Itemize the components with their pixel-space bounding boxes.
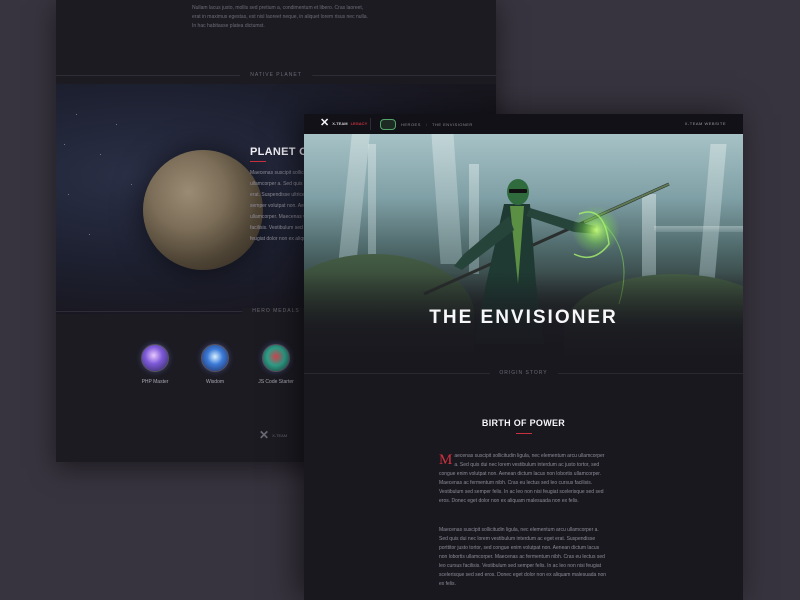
star	[89, 234, 90, 235]
nav-separator	[370, 118, 371, 130]
x-logo-icon: ✕	[259, 428, 270, 442]
medal-label: PHP Master	[141, 379, 169, 385]
x-team-website-link[interactable]: X-TEAM WEBSITE	[685, 121, 726, 126]
story-title-accent	[516, 433, 532, 434]
medal-wisdom[interactable]: Wisdom	[185, 344, 245, 385]
top-nav-bar: ✕ X-TEAM LEGACY HEROES / THE ENVISIONER …	[304, 114, 743, 135]
origin-story-label: ORIGIN STORY	[489, 370, 558, 376]
intro-text: Nullam lacus justo, mollis sed pretium a…	[192, 5, 368, 29]
story-paragraph-1-text: aecenas suscipit sollicitudin ligula, ne…	[439, 453, 605, 504]
php-medal-icon	[141, 344, 169, 372]
breadcrumb-heroes[interactable]: HEROES	[401, 122, 421, 127]
planet-image	[143, 150, 263, 270]
logo-team-text: X-TEAM	[332, 121, 348, 126]
medal-php-master[interactable]: PHP Master	[125, 344, 185, 385]
star	[100, 154, 101, 155]
story-title: BIRTH OF POWER	[481, 418, 566, 428]
breadcrumb-separator: /	[425, 122, 428, 127]
story-paragraph-1: M aecenas suscipit sollicitudin ligula, …	[439, 452, 607, 506]
medal-label: JS Code Starter	[258, 379, 294, 385]
wisdom-medal-icon	[201, 344, 229, 372]
story-paragraph-2: Maecenas suscipit sollicitudin ligula, n…	[439, 527, 607, 587]
js-medal-icon	[262, 344, 290, 372]
native-planet-divider: NATIVE PLANET	[56, 72, 496, 78]
site-logo[interactable]: ✕ X-TEAM LEGACY	[320, 118, 367, 129]
medal-js-code-starter[interactable]: JS Code Starter	[246, 344, 306, 385]
star	[76, 114, 77, 115]
origin-story-divider: ORIGIN STORY	[304, 370, 743, 376]
star	[131, 184, 132, 185]
x-logo-icon: ✕	[320, 117, 330, 129]
hero-banner: THE ENVISIONER	[304, 134, 743, 362]
breadcrumb: HEROES / THE ENVISIONER	[380, 119, 473, 130]
hero-avatar-icon	[380, 119, 396, 130]
logo-legacy-text: LEGACY	[350, 121, 368, 126]
breadcrumb-current: THE ENVISIONER	[432, 122, 473, 127]
native-planet-label: NATIVE PLANET	[240, 72, 312, 78]
footer-logo[interactable]: ✕ X-TEAM	[259, 428, 288, 442]
medal-label: Wisdom	[205, 379, 225, 385]
drop-cap: M	[439, 452, 453, 468]
planet-title-accent	[250, 161, 266, 162]
star	[64, 144, 65, 145]
front-page: ✕ X-TEAM LEGACY HEROES / THE ENVISIONER …	[304, 114, 743, 600]
hero-title: THE ENVISIONER	[429, 307, 618, 328]
footer-logo-text: X-TEAM	[272, 432, 288, 438]
hero-medals-label: HERO MEDALS	[242, 308, 310, 314]
star	[68, 194, 69, 195]
star	[116, 124, 117, 125]
